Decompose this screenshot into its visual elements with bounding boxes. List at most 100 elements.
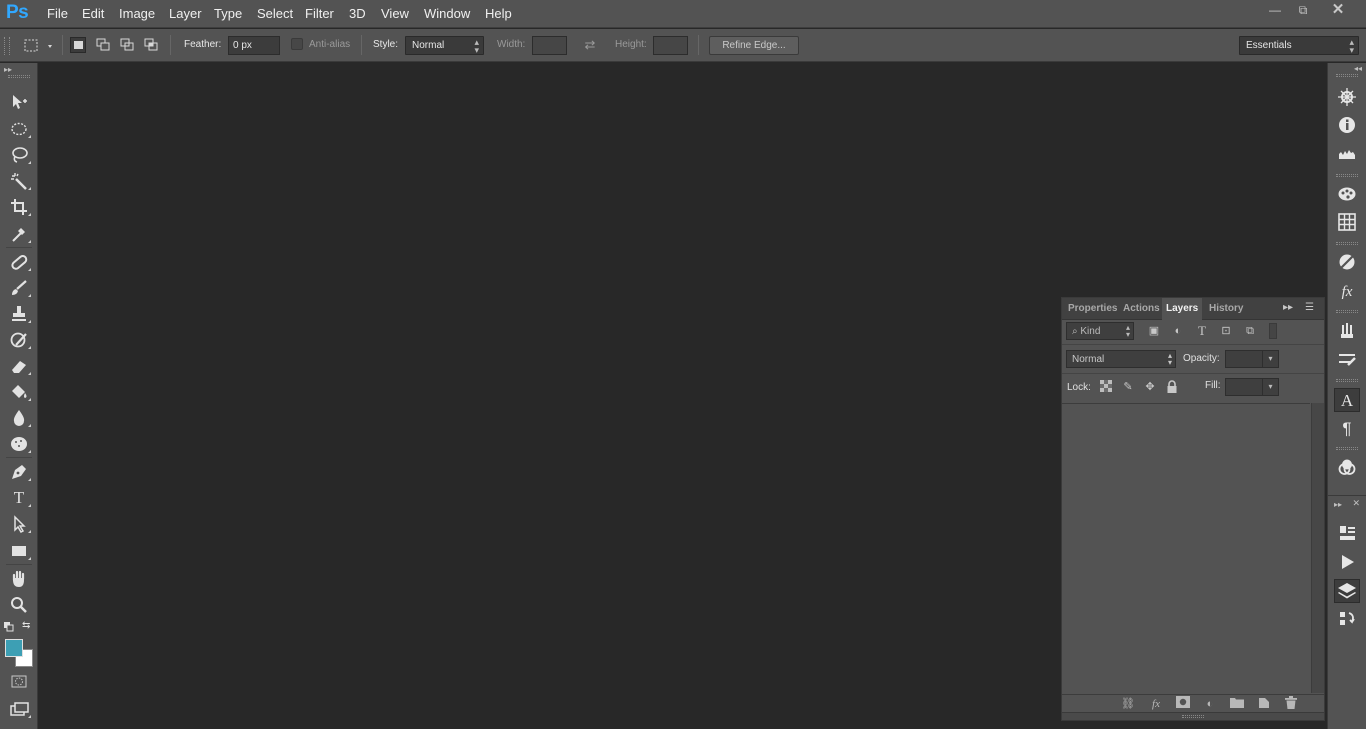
intersect-selection-button[interactable]: [143, 37, 159, 53]
type-tool[interactable]: T: [6, 487, 32, 509]
menu-layer[interactable]: Layer: [169, 6, 202, 21]
add-selection-button[interactable]: [95, 37, 111, 53]
swap-icon[interactable]: ⇄: [581, 37, 599, 53]
new-adjustment-layer-icon[interactable]: ◐: [1202, 696, 1218, 712]
styles-icon[interactable]: fx: [1334, 280, 1360, 304]
lasso-tool[interactable]: [6, 144, 32, 166]
filter-toggle-switch[interactable]: [1269, 323, 1277, 339]
zoom-tool[interactable]: [6, 594, 32, 616]
clone-stamp-tool[interactable]: [6, 303, 32, 325]
new-group-icon[interactable]: [1229, 696, 1245, 712]
channels-icon[interactable]: [1334, 456, 1360, 480]
move-tool[interactable]: [6, 91, 32, 113]
tab-history[interactable]: History: [1205, 298, 1247, 320]
crop-tool[interactable]: [6, 196, 32, 218]
sponge-tool[interactable]: [6, 433, 32, 455]
layer-style-icon[interactable]: fx: [1148, 696, 1164, 712]
pen-tool[interactable]: [6, 461, 32, 483]
layers-icon[interactable]: [1334, 579, 1360, 603]
color-icon[interactable]: [1334, 183, 1360, 207]
brush-tool[interactable]: [6, 277, 32, 299]
layers-scrollbar[interactable]: [1311, 403, 1324, 693]
lock-transparent-pixels-icon[interactable]: [1099, 380, 1113, 394]
pixel-layer-filter-icon[interactable]: ▣: [1147, 324, 1161, 338]
height-input[interactable]: [653, 36, 688, 55]
history-brush-tool[interactable]: [6, 329, 32, 351]
menu-filter[interactable]: Filter: [305, 6, 334, 21]
workspace-select[interactable]: Essentials ▴ ▾: [1239, 36, 1359, 55]
menu-edit[interactable]: Edit: [82, 6, 104, 21]
paint-bucket-tool[interactable]: [6, 381, 32, 403]
lock-position-icon[interactable]: ✥: [1143, 380, 1157, 394]
style-select[interactable]: Normal ▴ ▾: [405, 36, 484, 55]
blur-tool[interactable]: [6, 407, 32, 429]
eraser-tool[interactable]: [6, 355, 32, 377]
character-icon[interactable]: A: [1334, 388, 1360, 412]
magic-wand-tool[interactable]: [6, 170, 32, 192]
lock-all-icon[interactable]: [1165, 380, 1179, 394]
menu-help[interactable]: Help: [485, 6, 512, 21]
healing-brush-tool[interactable]: [6, 251, 32, 273]
type-layer-filter-icon[interactable]: T: [1195, 324, 1209, 338]
menu-3d[interactable]: 3D: [349, 6, 366, 21]
panel-resize-bar[interactable]: [1062, 712, 1324, 720]
menu-window[interactable]: Window: [424, 6, 470, 21]
brush-presets-icon[interactable]: [1334, 319, 1360, 343]
collapse-toolbar-icon[interactable]: ▸▸: [4, 65, 12, 74]
link-layers-icon[interactable]: ⛓: [1120, 696, 1136, 712]
refine-edge-button[interactable]: Refine Edge...: [709, 36, 799, 55]
blend-mode-select[interactable]: Normal ▴ ▾: [1066, 350, 1176, 368]
info-icon[interactable]: [1334, 114, 1360, 138]
marquee-tool[interactable]: [6, 118, 32, 140]
opacity-input[interactable]: ▾: [1225, 350, 1279, 368]
tab-actions[interactable]: Actions: [1119, 298, 1164, 320]
menu-view[interactable]: View: [381, 6, 409, 21]
path-selection-tool[interactable]: [6, 513, 32, 535]
options-bar-grip[interactable]: [4, 37, 10, 55]
chevron-down-icon[interactable]: ▾: [1262, 379, 1278, 395]
chevron-down-icon[interactable]: ▾: [1262, 351, 1278, 367]
subtract-selection-button[interactable]: [119, 37, 135, 53]
shape-layer-filter-icon[interactable]: ⊡: [1219, 324, 1233, 338]
filter-kind-select[interactable]: ⌕ Kind ▴ ▾: [1066, 322, 1134, 340]
smart-object-filter-icon[interactable]: ⧉: [1243, 324, 1257, 338]
lock-image-pixels-icon[interactable]: ✎: [1121, 380, 1135, 394]
swatches-icon[interactable]: [1334, 211, 1360, 235]
expand-panels-icon[interactable]: ◂◂: [1354, 64, 1362, 73]
tool-preset-picker[interactable]: [22, 37, 54, 55]
foreground-color-swatch[interactable]: [5, 639, 23, 657]
menu-image[interactable]: Image: [119, 6, 155, 21]
menu-file[interactable]: File: [47, 6, 68, 21]
collapse-panel-icon[interactable]: ▸▸: [1283, 302, 1293, 313]
menu-select[interactable]: Select: [257, 6, 293, 21]
properties-icon[interactable]: [1334, 522, 1360, 546]
new-selection-button[interactable]: [70, 37, 86, 53]
tab-layers[interactable]: Layers: [1162, 298, 1203, 320]
eyedropper-tool[interactable]: [6, 223, 32, 245]
hand-tool[interactable]: [6, 568, 32, 590]
layer-mask-icon[interactable]: [1175, 696, 1191, 712]
quick-mask-button[interactable]: [6, 670, 32, 692]
fill-input[interactable]: ▾: [1225, 378, 1279, 396]
minimize-button[interactable]: —: [1262, 0, 1288, 20]
screen-mode-button[interactable]: [6, 698, 32, 720]
layers-list[interactable]: [1062, 403, 1310, 693]
antialias-checkbox[interactable]: [291, 38, 303, 50]
width-input[interactable]: [532, 36, 567, 55]
collapse-group-icon[interactable]: ▸▸: [1334, 500, 1342, 509]
feather-input[interactable]: 0 px: [228, 36, 280, 55]
close-group-icon[interactable]: ✕: [1352, 498, 1360, 509]
swap-colors-icon[interactable]: ⇆: [22, 620, 34, 632]
paragraph-icon[interactable]: ¶: [1334, 417, 1360, 441]
close-button[interactable]: ✕: [1318, 0, 1358, 20]
restore-button[interactable]: ⧉: [1290, 0, 1316, 20]
new-layer-icon[interactable]: [1256, 696, 1272, 712]
navigator-icon[interactable]: [1334, 86, 1360, 110]
toolbar-grip[interactable]: [8, 75, 30, 78]
rectangle-tool[interactable]: [6, 540, 32, 562]
history-icon[interactable]: [1334, 608, 1360, 632]
panel-menu-icon[interactable]: ☰: [1305, 302, 1314, 313]
actions-icon[interactable]: [1334, 551, 1360, 575]
default-colors-button[interactable]: [4, 621, 14, 632]
histogram-icon[interactable]: [1334, 142, 1360, 166]
